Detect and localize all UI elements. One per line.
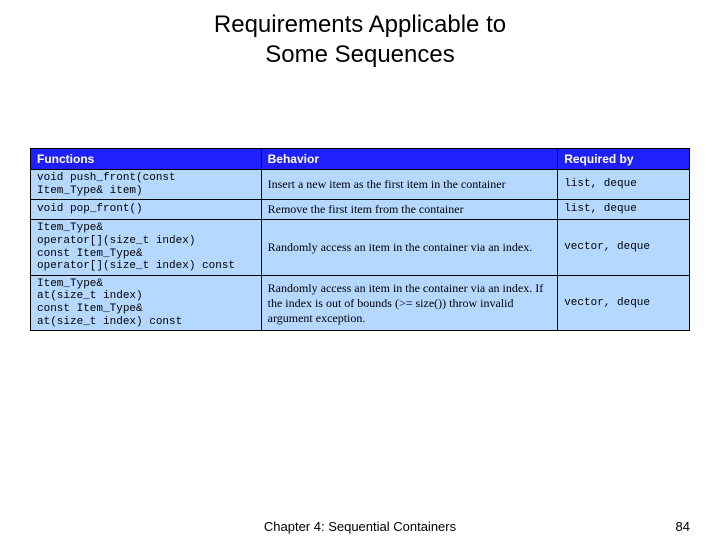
table-row: Item_Type& operator[](size_t index) cons… (31, 220, 690, 276)
title-line-1: Requirements Applicable to (214, 11, 506, 38)
cell-required-by: list, deque (558, 200, 690, 220)
footer-chapter: Chapter 4: Sequential Containers (0, 519, 720, 534)
requirements-table: Functions Behavior Required by void push… (30, 148, 690, 331)
requirements-table-wrap: Functions Behavior Required by void push… (30, 148, 690, 331)
cell-behavior: Remove the first item from the container (261, 200, 558, 220)
cell-behavior: Randomly access an item in the container… (261, 275, 558, 331)
table-row: void push_front(const Item_Type& item) I… (31, 170, 690, 200)
cell-required-by: vector, deque (558, 275, 690, 331)
cell-required-by: list, deque (558, 170, 690, 200)
page-number: 84 (676, 519, 690, 534)
cell-functions: Item_Type& at(size_t index) const Item_T… (31, 275, 262, 331)
header-required-by: Required by (558, 149, 690, 170)
table-header-row: Functions Behavior Required by (31, 149, 690, 170)
cell-behavior: Insert a new item as the first item in t… (261, 170, 558, 200)
cell-functions: Item_Type& operator[](size_t index) cons… (31, 220, 262, 276)
table-row: Item_Type& at(size_t index) const Item_T… (31, 275, 690, 331)
cell-functions: void pop_front() (31, 200, 262, 220)
header-functions: Functions (31, 149, 262, 170)
header-behavior: Behavior (261, 149, 558, 170)
table-row: void pop_front() Remove the first item f… (31, 200, 690, 220)
slide-title: Requirements Applicable to Some Sequence… (0, 10, 720, 70)
cell-functions: void push_front(const Item_Type& item) (31, 170, 262, 200)
cell-behavior: Randomly access an item in the container… (261, 220, 558, 276)
cell-required-by: vector, deque (558, 220, 690, 276)
title-line-2: Some Sequences (265, 41, 454, 68)
